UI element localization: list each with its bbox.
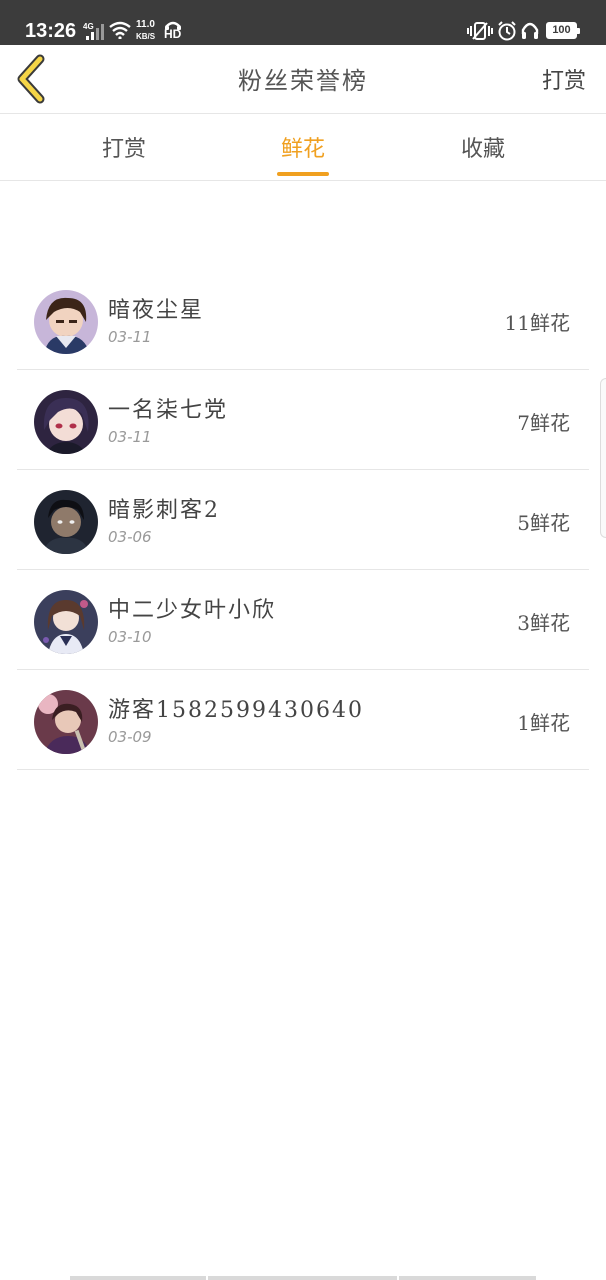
avatar-image	[34, 490, 98, 554]
fan-date: 03-10	[108, 628, 152, 646]
fan-date: 03-09	[108, 728, 152, 746]
avatar[interactable]	[34, 290, 98, 354]
gesture-bar-segment	[208, 1276, 397, 1280]
tab-reward[interactable]: 打赏	[64, 131, 184, 163]
avatar-image	[34, 690, 98, 754]
side-drawer-handle[interactable]	[600, 378, 606, 538]
battery-level: 100	[552, 24, 571, 36]
gesture-bar-segment	[70, 1276, 206, 1280]
list-item[interactable]: 一名柒七党 03-11 7鲜花	[17, 370, 589, 470]
list-item[interactable]: 游客1582599430640 03-09 1鲜花	[17, 670, 589, 770]
avatar[interactable]	[34, 590, 98, 654]
hd-label: HD	[164, 27, 182, 41]
avatar[interactable]	[34, 490, 98, 554]
list-item[interactable]: 暗影刺客2 03-06 5鲜花	[17, 470, 589, 570]
net-speed-unit: KB/S	[136, 32, 156, 41]
alarm-icon	[498, 21, 516, 41]
avatar[interactable]	[34, 690, 98, 754]
fan-date: 03-11	[108, 428, 152, 446]
page-title: 粉丝荣誉榜	[238, 67, 368, 95]
fan-name: 暗夜尘星	[108, 298, 205, 323]
wifi-icon	[109, 21, 131, 39]
fan-name: 中二少女叶小欣	[108, 598, 277, 623]
fan-name: 游客1582599430640	[108, 698, 364, 723]
tab-bar: 打赏 鲜花 收藏	[0, 115, 606, 181]
signal-icon	[86, 24, 104, 40]
fan-name: 一名柒七党	[108, 398, 229, 423]
status-time: 13:26	[25, 20, 77, 42]
fan-name: 暗影刺客2	[108, 498, 220, 523]
battery-icon: 100	[546, 22, 580, 39]
avatar-image	[34, 290, 98, 354]
flower-count: 11鲜花	[504, 311, 570, 335]
headphones-icon	[521, 22, 539, 39]
fan-date: 03-11	[108, 328, 152, 346]
flower-count: 5鲜花	[517, 511, 570, 535]
vibrate-icon	[467, 22, 493, 40]
nav-bar: 粉丝荣誉榜 打赏	[0, 45, 606, 114]
avatar-image	[34, 590, 98, 654]
reward-button[interactable]: 打赏	[542, 63, 586, 95]
tab-flowers[interactable]: 鲜花	[243, 131, 363, 163]
active-tab-indicator	[277, 172, 329, 176]
fan-ranking-list: 暗夜尘星 03-11 11鲜花 一名柒七党 03-11 7鲜花 暗影刺客2 03…	[17, 270, 589, 770]
gesture-bar-segment	[399, 1276, 536, 1280]
flower-count: 1鲜花	[517, 711, 570, 735]
flower-count: 3鲜花	[517, 611, 570, 635]
tab-favorites[interactable]: 收藏	[423, 131, 543, 163]
flower-count: 7鲜花	[517, 411, 570, 435]
list-item[interactable]: 暗夜尘星 03-11 11鲜花	[17, 270, 589, 370]
fan-date: 03-06	[108, 528, 152, 546]
status-bar: 13:26 4G 11.0 KB/S HD 100	[0, 0, 606, 45]
avatar-image	[34, 390, 98, 454]
net-speed-value: 11.0	[136, 19, 155, 30]
avatar[interactable]	[34, 390, 98, 454]
list-item[interactable]: 中二少女叶小欣 03-10 3鲜花	[17, 570, 589, 670]
